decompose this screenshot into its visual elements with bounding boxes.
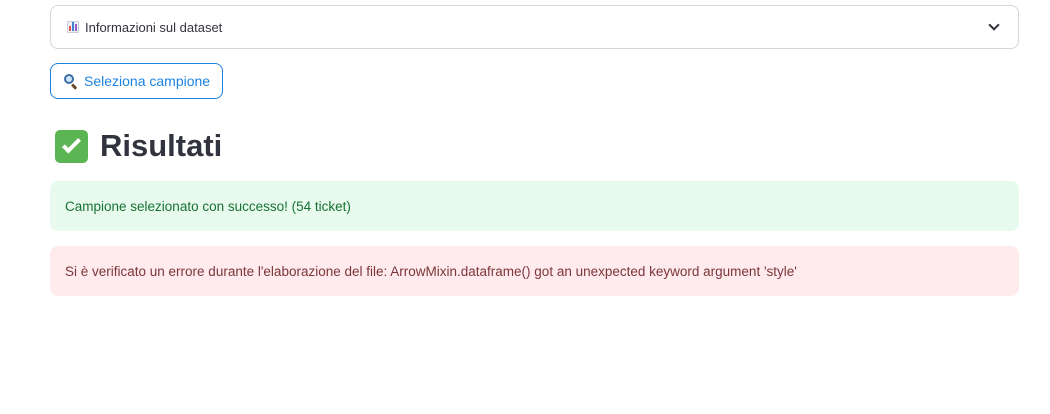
results-heading: Risultati [55,128,222,164]
error-alert: Si è verificato un errore durante l'elab… [50,246,1019,296]
expander-header: Informazioni sul dataset [67,20,222,35]
bar-chart-icon [67,21,79,33]
expander-label: Informazioni sul dataset [85,19,223,35]
chevron-down-icon[interactable] [988,19,1000,31]
success-alert: Campione selezionato con successo! (54 t… [50,181,1019,231]
check-mark-button-icon [55,129,88,163]
success-message: Campione selezionato con successo! (54 t… [65,198,351,214]
select-sample-button[interactable]: Seleziona campione [50,63,224,99]
magnifying-glass-icon [63,73,78,90]
dataset-info-expander[interactable]: Informazioni sul dataset [50,5,1019,49]
select-sample-label: Seleziona campione [84,73,211,89]
error-message: Si è verificato un errore durante l'elab… [65,263,797,279]
page-title: Risultati [100,128,223,163]
main-content: Informazioni sul dataset Seleziona campi… [0,0,1050,414]
